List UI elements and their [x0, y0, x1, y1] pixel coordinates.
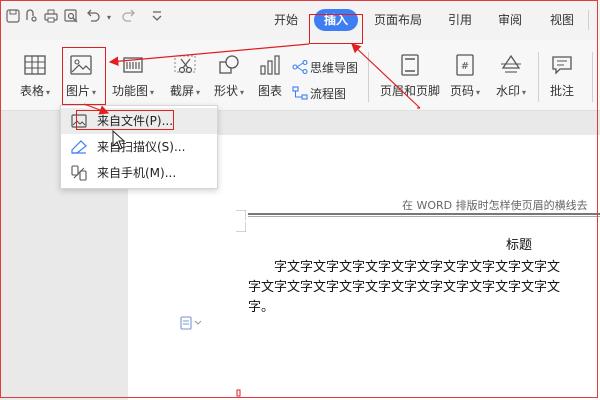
- paragraph-layout-icon[interactable]: [180, 316, 202, 333]
- shape-label: 形状: [214, 84, 239, 98]
- chevron-down-icon: ▾: [196, 88, 201, 97]
- watermark-button[interactable]: 水印 ▾: [496, 54, 526, 99]
- preview-icon[interactable]: [62, 9, 80, 27]
- body-line[interactable]: 字文字文字文字文字文字文字文字文字文字文字文: [274, 256, 560, 275]
- page-number-button[interactable]: # 页码 ▾: [450, 54, 480, 99]
- body-line[interactable]: 字文字文字文字文字文字文字文字文字文字文字文字文: [248, 276, 560, 295]
- header-text[interactable]: 在 WORD 排版时怎样使页眉的横线去: [402, 197, 588, 213]
- flowchart-button[interactable]: 流程图: [292, 85, 346, 102]
- scissors-icon: [174, 55, 196, 74]
- chevron-down-icon: ▾: [476, 88, 481, 97]
- screenshot-button[interactable]: 截屏 ▾: [170, 54, 200, 99]
- feature-chart-button[interactable]: 功能图 ▾: [112, 54, 154, 99]
- margin-corner-mark: [236, 210, 246, 220]
- comment-icon: [552, 56, 572, 75]
- annotation-spacer: [367, 40, 447, 42]
- document-title[interactable]: 标题: [506, 234, 532, 253]
- header-rule: [248, 213, 600, 215]
- undo-dropdown-icon[interactable]: ▾: [100, 9, 118, 27]
- mindmap-icon: [292, 60, 308, 74]
- chart-label: 图表: [258, 84, 283, 98]
- ribbon-divider: [592, 52, 593, 102]
- tab-start[interactable]: 开始: [268, 9, 304, 31]
- print-icon[interactable]: [42, 9, 60, 27]
- flowchart-icon: [292, 86, 308, 100]
- menu-item-label: 来自手机(M)...: [97, 166, 177, 180]
- feature-chart-label: 功能图: [112, 84, 149, 98]
- menu-divider: [588, 10, 589, 30]
- header-footer-icon: [401, 54, 419, 76]
- menu-item-label: 来自扫描仪(S)...: [97, 140, 186, 154]
- table-label: 表格: [20, 84, 45, 98]
- header-rule-thin: [248, 216, 600, 217]
- undo-history-icon[interactable]: [22, 9, 40, 27]
- watermark-icon: [501, 54, 522, 73]
- flowchart-label: 流程图: [310, 87, 347, 101]
- redo-icon[interactable]: [120, 9, 138, 27]
- ribbon-divider: [538, 52, 539, 102]
- table-button[interactable]: 表格 ▾: [20, 54, 50, 99]
- title-menu-bar: ▾ 开始 插入 页面布局 引用 审阅 视图: [0, 0, 600, 41]
- bar-chart-icon: [260, 55, 280, 75]
- screenshot-label: 截屏: [170, 84, 195, 98]
- tab-references[interactable]: 引用: [442, 9, 478, 31]
- shape-icon: [219, 55, 239, 74]
- page-number-label: 页码: [450, 84, 475, 98]
- chevron-down-icon: ▾: [150, 88, 155, 97]
- annotation-box-from-file: [76, 110, 174, 130]
- table-icon: [24, 55, 46, 75]
- scanner-icon: [71, 140, 87, 154]
- header-footer-label: 页眉和页脚: [380, 84, 441, 98]
- chevron-down-icon: ▾: [522, 88, 527, 97]
- watermark-label: 水印: [496, 84, 521, 98]
- body-line[interactable]: 字。: [248, 296, 274, 315]
- tab-review[interactable]: 审阅: [492, 9, 528, 31]
- feature-chart-icon: [123, 57, 143, 73]
- menu-item-from-phone[interactable]: 来自手机(M)...: [61, 160, 217, 186]
- tab-page-layout[interactable]: 页面布局: [368, 9, 428, 31]
- customize-icon[interactable]: [148, 9, 166, 27]
- annotation-box-picture-button: [62, 47, 106, 105]
- shape-button[interactable]: 形状 ▾: [214, 54, 244, 99]
- save-icon[interactable]: [4, 9, 22, 27]
- chevron-down-icon: ▾: [46, 88, 51, 97]
- ribbon-divider: [368, 52, 369, 102]
- chevron-down-icon: ▾: [240, 88, 245, 97]
- page-number-icon: #: [456, 54, 474, 76]
- mindmap-label: 思维导图: [310, 61, 359, 75]
- phone-transfer-icon: [71, 165, 87, 181]
- menu-item-from-scanner[interactable]: 来自扫描仪(S)...: [61, 134, 217, 160]
- tab-view[interactable]: 视图: [544, 9, 580, 31]
- mouse-cursor-icon: [112, 130, 126, 150]
- annotation-box-insert-tab: [309, 14, 363, 44]
- comment-label: 批注: [550, 84, 575, 98]
- mindmap-button[interactable]: 思维导图: [292, 59, 358, 76]
- svg-text:#: #: [461, 61, 469, 72]
- comment-button[interactable]: 批注: [550, 54, 574, 99]
- chart-button[interactable]: 图表: [258, 54, 282, 99]
- margin-corner-mark: [236, 222, 246, 232]
- header-footer-button[interactable]: 页眉和页脚: [380, 54, 440, 99]
